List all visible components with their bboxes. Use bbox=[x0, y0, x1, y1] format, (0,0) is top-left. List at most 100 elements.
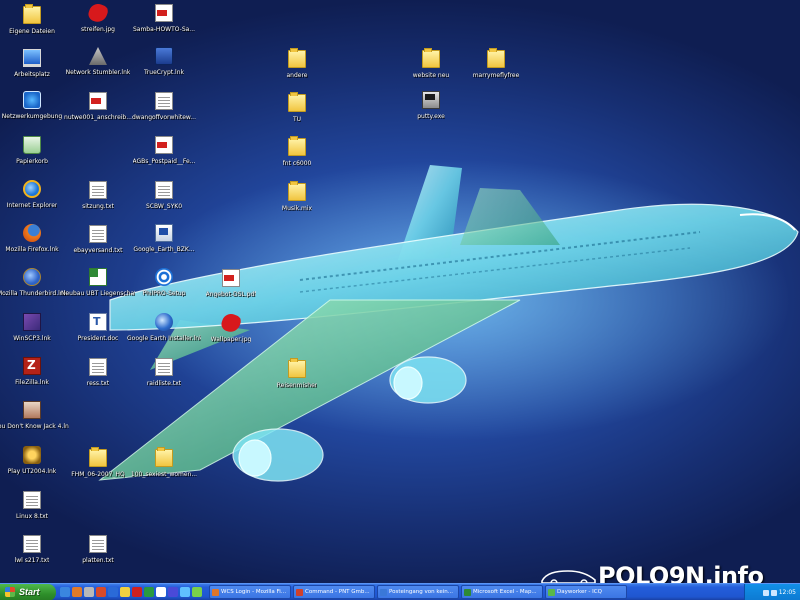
task-app-icon bbox=[380, 588, 387, 596]
desktop-icon-you-don-t-know-jack-4-lnk[interactable]: You Don't Know Jack 4.lnk bbox=[0, 401, 69, 443]
app-quicklaunch-icon[interactable] bbox=[96, 587, 106, 597]
desktop-icon-tu[interactable]: TU bbox=[260, 91, 334, 133]
taskbar: Start WCS Login - Mozilla Fi... Command -… bbox=[0, 583, 800, 600]
desktop-icon-arbeitsplatz[interactable]: Arbeitsplatz bbox=[0, 47, 69, 89]
desktop-icon-google-earth-installer-lnk[interactable]: Google Earth Installer.lnk bbox=[127, 313, 201, 355]
desktop-icon-lwl-s217-txt[interactable]: lwl s217.txt bbox=[0, 534, 69, 576]
desktop-icon-andere[interactable]: andere bbox=[260, 47, 334, 89]
explorer-quicklaunch-icon[interactable] bbox=[84, 587, 94, 597]
taskbar-button-label: WCS Login - Mozilla Fi... bbox=[221, 589, 287, 595]
desktop-icon-sitzung-txt[interactable]: sitzung.txt bbox=[61, 180, 135, 222]
desktop-icon-wallpaper-jpg[interactable]: Wallpaper.jpg bbox=[194, 311, 268, 355]
task-app-icon bbox=[548, 588, 555, 596]
notepad-quicklaunch-icon[interactable] bbox=[156, 587, 166, 597]
desktop-icon-scbw-syk0[interactable]: SCBW_SYK0 bbox=[127, 180, 201, 222]
desktop-icon-agbs-postpaid-fe[interactable]: AGBs_Postpaid__Fe... bbox=[127, 135, 201, 177]
desktop-icon-netzwerkumgebung[interactable]: Netzwerkumgebung bbox=[0, 91, 69, 133]
start-button[interactable]: Start bbox=[0, 583, 56, 600]
text-file-icon bbox=[89, 358, 107, 376]
desktop-icon-network-stumbler-lnk[interactable]: Network Stumbler.lnk bbox=[61, 47, 135, 89]
network-places-icon bbox=[23, 91, 41, 109]
desktop-icon-putty-exe[interactable]: putty.exe bbox=[394, 91, 468, 133]
desktop-icon-label: AGBs_Postpaid__Fe... bbox=[132, 158, 196, 165]
desktop-icon-raidliste-txt[interactable]: raidliste.txt bbox=[127, 357, 201, 399]
desktop-icon-label: Google_Earth_BZK... bbox=[133, 246, 195, 253]
desktop-icon-reisenmisher[interactable]: Reisenmisher bbox=[260, 357, 334, 399]
word-quicklaunch-icon[interactable] bbox=[168, 587, 178, 597]
taskbar-button-posteingang-von-kein[interactable]: Posteingang von kein... bbox=[377, 585, 459, 599]
desktop-icon-label: fnt c6000 bbox=[282, 160, 312, 167]
desktop-icon-label: Linux 8.txt bbox=[15, 513, 49, 520]
desktop-icon-platten-txt[interactable]: platten.txt bbox=[61, 534, 135, 576]
desktop-icon-philpro-setup[interactable]: PhilPRO-Setup bbox=[127, 268, 201, 310]
desktop-icon-google-earth-bzk[interactable]: Google_Earth_BZK... bbox=[127, 224, 201, 266]
text-file-icon bbox=[89, 225, 107, 243]
network-stumbler-icon bbox=[89, 47, 107, 65]
desktop-icon-angebot-dsl-pdf[interactable]: Angebot-DSL.pdf bbox=[194, 268, 268, 310]
desktop-icon-label: marrymeflyfree bbox=[472, 72, 520, 79]
desktop-icon-label: nutwe001_anschreib... bbox=[64, 114, 132, 121]
desktop-icon-mozilla-thunderbird-lnk[interactable]: Mozilla Thunderbird.lnk bbox=[0, 268, 69, 310]
media-quicklaunch-icon[interactable] bbox=[132, 587, 142, 597]
icq-quicklaunch-icon[interactable] bbox=[192, 587, 202, 597]
desktop-icon-musik-mix[interactable]: Musik.mix bbox=[260, 180, 334, 222]
desktop-icon-label: lwl s217.txt bbox=[14, 557, 50, 564]
desktop-icon-filezilla-lnk[interactable]: FileZilla.lnk bbox=[0, 357, 69, 399]
thunderbird-quicklaunch-icon[interactable] bbox=[108, 587, 118, 597]
system-tray: 12:05 bbox=[744, 584, 800, 600]
desktop-icon-internet-explorer[interactable]: Internet Explorer bbox=[0, 180, 69, 222]
desktop-icon-ebayversand-txt[interactable]: ebayversand.txt bbox=[61, 224, 135, 266]
desktop-icon-ress-txt[interactable]: ress.txt bbox=[61, 357, 135, 399]
desktop-icon-samba-howto-sa[interactable]: Samba-HOWTO-Sa... bbox=[127, 3, 201, 45]
taskbar-button-microsoft-excel-map[interactable]: Microsoft Excel - Map... bbox=[461, 585, 543, 599]
desktop-icon-label: SCBW_SYK0 bbox=[145, 203, 183, 210]
desktop-icon-eigene-dateien[interactable]: Eigene Dateien bbox=[0, 3, 69, 45]
folder-icon bbox=[487, 48, 505, 68]
desktop-icon-winscp3-lnk[interactable]: WinSCP3.lnk bbox=[0, 313, 69, 355]
desktop-icon-papierkorb[interactable]: Papierkorb bbox=[0, 135, 69, 177]
folder-quicklaunch-icon[interactable] bbox=[120, 587, 130, 597]
document-icon bbox=[155, 92, 173, 110]
desktop-icon-streifen-jpg[interactable]: streifen.jpg bbox=[61, 1, 135, 45]
shortcut-icon bbox=[155, 224, 173, 242]
desktop-icon-label: ebayversand.txt bbox=[73, 247, 123, 254]
desktop-icon-website-neu[interactable]: website neu bbox=[394, 47, 468, 89]
desktop-icon-label: Netzwerkumgebung bbox=[1, 113, 63, 120]
folder-icon bbox=[288, 136, 306, 156]
firefox-quicklaunch-icon[interactable] bbox=[72, 587, 82, 597]
taskbar-button-dayworker-icq[interactable]: Dayworker - ICQ bbox=[545, 585, 627, 599]
desktop-icon-mozilla-firefox-lnk[interactable]: Mozilla Firefox.lnk bbox=[0, 224, 69, 266]
desktop-icon-label: streifen.jpg bbox=[81, 26, 115, 33]
filezilla-icon bbox=[23, 357, 41, 375]
desktop-icon-neubau-ubt-liegenschaft-bestand-daten-xls[interactable]: Neubau UBT Liegenschaft Bestand Daten.xl… bbox=[61, 268, 135, 310]
my-documents-icon bbox=[23, 4, 41, 24]
show-desktop-icon[interactable] bbox=[60, 587, 70, 597]
taskbar-button-command-pnt-gmb[interactable]: Command - PNT Gmb... bbox=[293, 585, 375, 599]
network-tray-icon[interactable] bbox=[762, 589, 769, 596]
desktop-icon-fnt-c6000[interactable]: fnt c6000 bbox=[260, 135, 334, 177]
folder-icon bbox=[422, 48, 440, 68]
desktop-icon-label: 100_sexiest_women... bbox=[130, 471, 198, 478]
desktop-icon-truecrypt-lnk[interactable]: TrueCrypt.lnk bbox=[127, 47, 201, 89]
game-shortcut-icon bbox=[23, 401, 41, 419]
desktop-icon-president-doc[interactable]: President.doc bbox=[61, 313, 135, 355]
ie-quicklaunch-icon[interactable] bbox=[180, 587, 190, 597]
desktop-icon-play-ut2004-lnk[interactable]: Play UT2004.lnk bbox=[0, 446, 69, 488]
desktop-icon-label: TrueCrypt.lnk bbox=[144, 69, 184, 76]
desktop-icon-marrymeflyfree[interactable]: marrymeflyfree bbox=[459, 47, 533, 89]
taskbar-button-wcs-login-mozilla-fi[interactable]: WCS Login - Mozilla Fi... bbox=[209, 585, 291, 599]
desktop-icon-nutwe001-anschreib[interactable]: nutwe001_anschreib... bbox=[61, 91, 135, 133]
desktop-icon-linux-8-txt[interactable]: Linux 8.txt bbox=[0, 490, 69, 532]
desktop-icon-label: andere bbox=[286, 72, 308, 79]
folder-icon bbox=[288, 181, 306, 201]
desktop-icon-100-sexiest-women[interactable]: 100_sexiest_women... bbox=[127, 446, 201, 488]
excel-quicklaunch-icon[interactable] bbox=[144, 587, 154, 597]
taskbar-button-label: Posteingang von kein... bbox=[389, 589, 453, 595]
task-app-icon bbox=[296, 588, 303, 596]
volume-tray-icon[interactable] bbox=[770, 589, 777, 596]
desktop-icon-fhm-06-2007-hq[interactable]: FHM_06-2007_HQ bbox=[61, 446, 135, 488]
folder-icon bbox=[89, 447, 107, 467]
taskbar-button-label: Microsoft Excel - Map... bbox=[473, 589, 537, 595]
taskbar-button-label: Command - PNT Gmb... bbox=[305, 589, 370, 595]
desktop-icon-dwangoffvorwhitew[interactable]: dwangoffvorwhitew... bbox=[127, 91, 201, 133]
